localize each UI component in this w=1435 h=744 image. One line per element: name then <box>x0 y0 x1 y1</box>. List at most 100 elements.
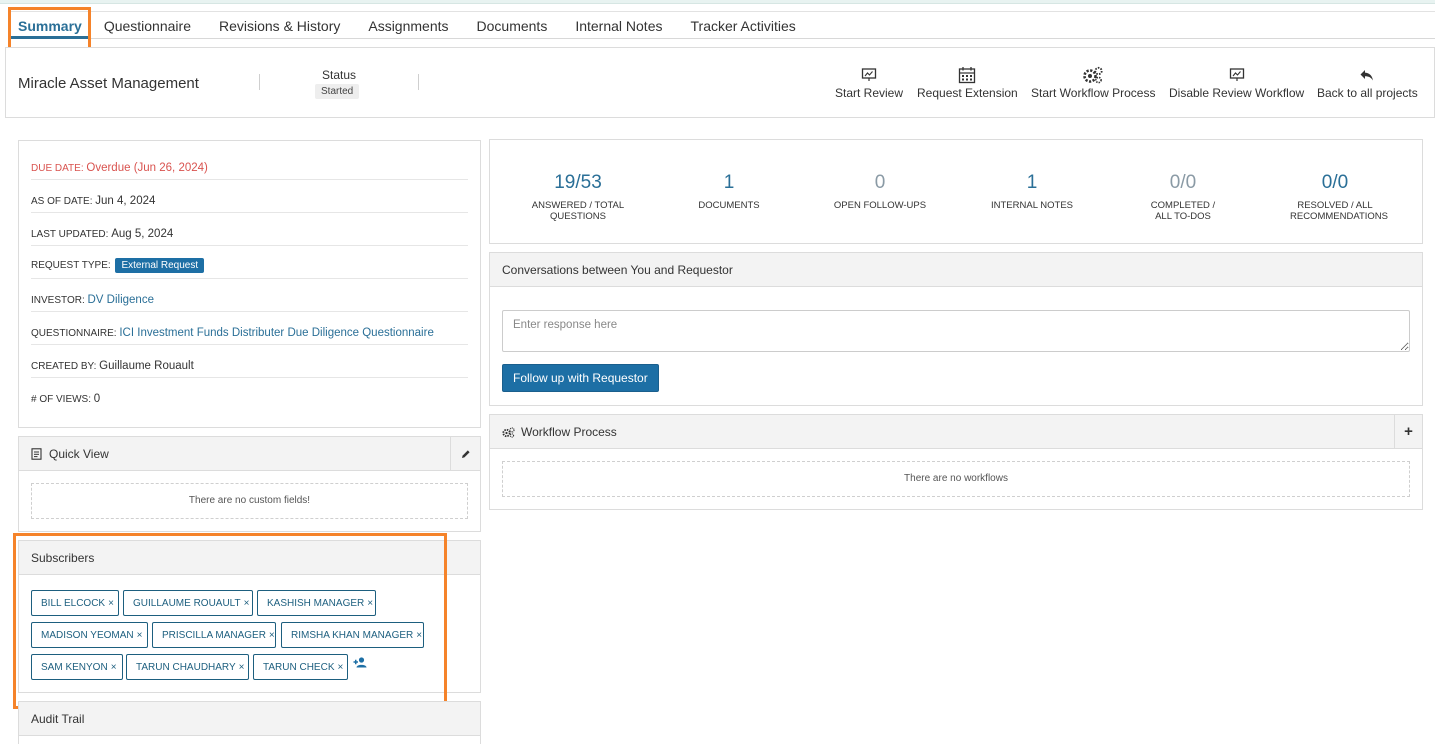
as-of-date-row: AS OF DATE: Jun 4, 2024 <box>31 180 468 213</box>
remove-icon[interactable]: × <box>111 662 117 673</box>
stat-value: 1 <box>1026 172 1038 193</box>
workflow-empty-state: There are no workflows <box>502 461 1410 497</box>
created-by-row: CREATED BY: Guillaume Rouault <box>31 345 468 378</box>
subscriber-name: RIMSHA KHAN MANAGER <box>291 630 414 641</box>
tab-summary[interactable]: Summary <box>10 12 90 39</box>
remove-icon[interactable]: × <box>244 598 250 609</box>
stat-value: 19/53 <box>554 172 602 193</box>
subscriber-chip[interactable]: GUILLAUME ROUAULT × <box>123 590 253 616</box>
calendar-icon <box>959 67 976 84</box>
workflow-panel: Workflow Process + There are no workflow… <box>489 414 1423 510</box>
quick-view-header: Quick View <box>19 437 480 471</box>
subscriber-chip[interactable]: RIMSHA KHAN MANAGER × <box>281 622 424 648</box>
back-to-projects-button[interactable]: Back to all projects <box>1317 66 1418 100</box>
created-by-value: Guillaume Rouault <box>99 360 194 372</box>
remove-icon[interactable]: × <box>337 662 343 673</box>
quick-view-title: Quick View <box>49 447 109 461</box>
quick-view-empty-state: There are no custom fields! <box>31 483 468 519</box>
stat-value: 0/0 <box>1169 172 1197 193</box>
tab-assignments[interactable]: Assignments <box>354 12 462 39</box>
remove-icon[interactable]: × <box>416 630 422 641</box>
due-date-row: DUE DATE: Overdue (Jun 26, 2024) <box>31 147 468 180</box>
investor-label: INVESTOR: <box>31 295 85 306</box>
request-type-row: REQUEST TYPE: External Request <box>31 246 468 279</box>
stat-answered-questions[interactable]: 19/53 ANSWERED / TOTAL QUESTIONS <box>503 172 653 222</box>
stat-label: OPEN FOLLOW-UPS <box>833 200 927 211</box>
header-divider <box>418 74 419 90</box>
subscriber-chip[interactable]: TARUN CHECK × <box>253 654 348 680</box>
gears-icon <box>1083 66 1103 84</box>
as-of-date-value: Jun 4, 2024 <box>95 195 156 207</box>
subscriber-chip[interactable]: PRISCILLA MANAGER × <box>152 622 276 648</box>
due-date-label: DUE DATE: <box>31 163 84 174</box>
gears-icon <box>502 427 515 438</box>
project-info-panel: DUE DATE: Overdue (Jun 26, 2024) AS OF D… <box>18 140 481 428</box>
start-review-button[interactable]: Start Review <box>835 66 903 100</box>
back-to-projects-label: Back to all projects <box>1317 86 1418 100</box>
disable-review-workflow-label: Disable Review Workflow <box>1169 86 1305 100</box>
tab-tracker-activities[interactable]: Tracker Activities <box>677 12 810 39</box>
stat-value: 1 <box>723 172 735 193</box>
conversation-title: Conversations between You and Requestor <box>502 263 733 277</box>
stat-recommendations[interactable]: 0/0 RESOLVED / ALL RECOMMENDATIONS <box>1260 172 1410 222</box>
subscriber-chip[interactable]: MADISON YEOMAN × <box>31 622 148 648</box>
audit-trail-panel: Audit Trail <box>18 701 481 744</box>
stat-open-follow-ups[interactable]: 0 OPEN FOLLOW-UPS <box>805 172 955 211</box>
request-type-label: REQUEST TYPE: <box>31 260 111 271</box>
stat-internal-notes[interactable]: 1 INTERNAL NOTES <box>957 172 1107 211</box>
subscriber-name: PRISCILLA MANAGER <box>162 630 266 641</box>
conversation-panel: Conversations between You and Requestor … <box>489 252 1423 406</box>
remove-icon[interactable]: × <box>137 630 143 641</box>
disable-review-workflow-button[interactable]: Disable Review Workflow <box>1169 66 1304 100</box>
subscriber-chip[interactable]: BILL ELCOCK × <box>31 590 119 616</box>
remove-icon[interactable]: × <box>108 598 114 609</box>
add-workflow-button[interactable]: + <box>1394 415 1422 448</box>
conversation-header: Conversations between You and Requestor <box>490 253 1422 287</box>
stat-label: ANSWERED / TOTAL QUESTIONS <box>531 200 625 222</box>
questionnaire-link[interactable]: ICI Investment Funds Distributer Due Dil… <box>119 327 433 339</box>
created-by-label: CREATED BY: <box>31 361 97 372</box>
tab-revisions-history[interactable]: Revisions & History <box>205 12 354 39</box>
edit-quick-view-button[interactable] <box>450 437 480 470</box>
last-updated-row: LAST UPDATED: Aug 5, 2024 <box>31 213 468 246</box>
request-extension-button[interactable]: Request Extension <box>917 66 1018 100</box>
subscriber-chip[interactable]: TARUN CHAUDHARY × <box>126 654 249 680</box>
audit-trail-header: Audit Trail <box>19 702 480 736</box>
stat-to-dos[interactable]: 0/0 COMPLETED / ALL TO-DOS <box>1109 172 1257 222</box>
remove-icon[interactable]: × <box>367 598 373 609</box>
tab-documents[interactable]: Documents <box>463 12 562 39</box>
last-updated-value: Aug 5, 2024 <box>111 228 174 240</box>
subscriber-chip[interactable]: SAM KENYON × <box>31 654 123 680</box>
add-subscriber-icon[interactable] <box>353 657 367 668</box>
start-review-label: Start Review <box>835 86 904 100</box>
audit-trail-title: Audit Trail <box>31 712 85 726</box>
remove-icon[interactable]: × <box>269 630 275 641</box>
tab-questionnaire[interactable]: Questionnaire <box>90 12 205 39</box>
summary-stats-panel: 19/53 ANSWERED / TOTAL QUESTIONS 1 DOCUM… <box>489 139 1423 244</box>
subscribers-title: Subscribers <box>31 551 95 565</box>
workflow-header: Workflow Process + <box>490 415 1422 449</box>
follow-up-button[interactable]: Follow up with Requestor <box>502 364 659 392</box>
stat-label: DOCUMENTS <box>698 200 760 211</box>
reply-arrow-icon <box>1360 70 1374 81</box>
stat-value: 0/0 <box>1321 172 1349 193</box>
plus-icon: + <box>1404 423 1413 440</box>
project-title: Miracle Asset Management <box>18 75 199 92</box>
subscriber-chip[interactable]: KASHISH MANAGER × <box>257 590 376 616</box>
as-of-date-label: AS OF DATE: <box>31 196 93 207</box>
remove-icon[interactable]: × <box>239 662 245 673</box>
subscriber-name: SAM KENYON <box>41 662 108 673</box>
response-input[interactable] <box>502 310 1410 352</box>
workflow-title: Workflow Process <box>521 425 617 439</box>
stat-label: COMPLETED / ALL TO-DOS <box>1150 200 1216 222</box>
tab-internal-notes[interactable]: Internal Notes <box>561 12 676 39</box>
stat-documents[interactable]: 1 DOCUMENTS <box>654 172 804 211</box>
pencil-icon <box>461 449 470 458</box>
subscriber-name: BILL ELCOCK <box>41 598 106 609</box>
notes-icon <box>31 448 42 460</box>
investor-link[interactable]: DV Diligence <box>88 294 154 306</box>
stat-label: INTERNAL NOTES <box>991 200 1073 211</box>
start-workflow-button[interactable]: Start Workflow Process <box>1031 66 1155 100</box>
stat-label: RESOLVED / ALL RECOMMENDATIONS <box>1290 200 1388 222</box>
header-divider <box>259 74 260 90</box>
